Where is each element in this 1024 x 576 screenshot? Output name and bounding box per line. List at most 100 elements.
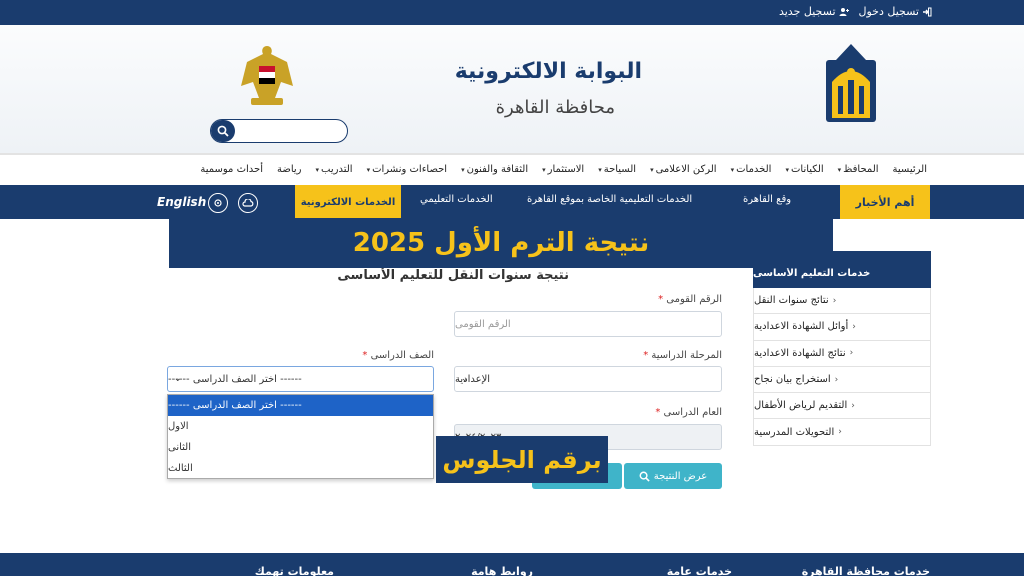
chevron-left-icon: ‹ [834, 374, 839, 385]
show-result-button[interactable]: عرض النتيجة [624, 463, 722, 489]
sidebar-item-label: التقديم لرياض الأطفال [754, 400, 848, 412]
sidebar-item-label: نتائج الشهادة الاعدادية [754, 347, 846, 359]
main-nav-item[interactable]: السياحة▾ [598, 164, 636, 175]
footer-heading-public-services: خدمات عامة [666, 565, 732, 576]
sidebar-list: ‹ نتائج سنوات النقل ‹ أوائل الشهادة الاعداد… [753, 288, 931, 446]
sidebar-item[interactable]: ‹ استخراج بيان نجاح [753, 366, 931, 394]
chevron-left-icon: ‹ [838, 427, 842, 438]
stage-label: المرحلة الدراسية * [643, 350, 722, 361]
main-nav-item-label: التدريب [321, 164, 353, 175]
national-id-input[interactable]: الرقم القومى [454, 311, 722, 337]
seat-number-caption: برقم الجلوس [436, 436, 608, 483]
chevron-down-icon: ▾ [315, 166, 320, 174]
grade-select-value: ------ اختر الصف الدراسى ------ [168, 373, 302, 385]
main-nav-item[interactable]: الركن الاعلامى▾ [650, 164, 717, 175]
chevron-left-icon: ‹ [851, 400, 855, 411]
main-nav-item-label: الثقافة والفنون [466, 164, 529, 175]
egypt-eagle-emblem [241, 46, 293, 105]
main-nav-item[interactable]: أحداث موسمية [200, 164, 263, 175]
sidebar-item-label: أوائل الشهادة الاعدادية [754, 321, 849, 333]
year-label: العام الدراسى * [655, 407, 722, 418]
search-box[interactable] [210, 119, 348, 143]
main-nav-item[interactable]: الثقافة والفنون▾ [461, 164, 528, 175]
english-language-link[interactable]: English [157, 195, 206, 209]
site-subtitle: محافظة القاهرة [495, 97, 615, 118]
nav-item-cairo-site[interactable]: وقع القاهرة [743, 194, 791, 205]
nav-item-educational-services-cairo[interactable]: الخدمات التعليمية الخاصة بموقع القاهرة [527, 194, 692, 205]
chevron-down-icon: ▾ [366, 166, 371, 174]
grade-option[interactable]: الاول [168, 416, 433, 437]
result-banner: نتيجة الترم الأول 2025 [169, 218, 833, 268]
chevron-down-icon: ▾ [542, 166, 546, 174]
chevron-down-icon: ▾ [785, 166, 789, 174]
add-user-icon [839, 7, 849, 16]
site-header: البوابة الالكترونية محافظة القاهرة [0, 25, 1024, 153]
main-nav-item-label: المحافظ [843, 164, 879, 175]
cairo-governorate-logo[interactable] [822, 42, 880, 124]
main-nav-item-label: الخدمات [736, 164, 772, 175]
main-nav-item-label: الركن الاعلامى [655, 164, 717, 175]
grade-label: الصف الدراسى * [362, 350, 434, 361]
main-navigation: الرئيسية المحافظ▾ الكيانات▾ الخدمات▾ الركن ا… [0, 153, 1024, 185]
chevron-left-icon: ‹ [852, 321, 856, 332]
main-nav-item-label: الكيانات [790, 164, 824, 175]
chevron-down-icon: ▾ [837, 166, 842, 174]
nav-item-educational-services[interactable]: الخدمات التعليمي [420, 194, 493, 205]
chevron-down-icon: ⌄ [461, 374, 469, 384]
chevron-left-icon: ‹ [849, 348, 854, 359]
main-nav-item[interactable]: الكيانات▾ [785, 164, 823, 175]
main-nav-item[interactable]: التدريب▾ [316, 164, 353, 175]
grade-option[interactable]: ------ اختر الصف الدراسى ------ [168, 395, 433, 416]
register-link[interactable]: تسجيل جديد [779, 5, 849, 18]
sidebar-item-label: التحويلات المدرسية [754, 426, 835, 438]
register-label: تسجيل جديد [778, 5, 836, 18]
footer: خدمات محافظة القاهرة خدمات عامة روابط ها… [0, 553, 1024, 576]
chevron-down-icon: ▾ [730, 166, 735, 174]
search-icon [639, 471, 650, 482]
search-icon [217, 125, 229, 137]
main-nav-item[interactable]: احصاءات ونشرات▾ [367, 164, 448, 175]
stage-select[interactable]: ⌄ الإعدادية [454, 366, 722, 392]
main-nav-item-label: السياحة [603, 164, 637, 175]
sidebar-item[interactable]: ‹ نتائج الشهادة الاعدادية [753, 340, 931, 367]
main-nav-item-label: الاستثمار [547, 164, 585, 175]
login-label: تسجيل دخول [858, 5, 920, 18]
chevron-left-icon: ‹ [832, 295, 837, 306]
nav-item-e-services[interactable]: الخدمات الالكترونية [295, 185, 401, 219]
grade-select[interactable]: ⌄ ------ اختر الصف الدراسى ------ [167, 366, 434, 392]
main-nav-item-label: احصاءات ونشرات [372, 164, 448, 175]
main-nav-item[interactable]: رياضة [277, 164, 302, 175]
cloud-icon[interactable] [238, 193, 258, 213]
login-icon [923, 7, 932, 16]
main-nav-item-label: رياضة [277, 164, 302, 175]
grade-option[interactable]: الثانى [168, 437, 433, 458]
sidebar-item[interactable]: ‹ التحويلات المدرسية [753, 419, 931, 446]
main-nav-item[interactable]: المحافظ▾ [838, 164, 879, 175]
footer-heading-important-links: روابط هامة [471, 565, 533, 576]
login-link[interactable]: تسجيل دخول [859, 5, 933, 18]
top-news-button[interactable]: أهم الأخبار [840, 185, 930, 219]
chevron-down-icon: ⌄ [174, 374, 182, 384]
sidebar-item[interactable]: ‹ التقديم لرياض الأطفال [753, 393, 931, 420]
sidebar-item[interactable]: ‹ أوائل الشهادة الاعدادية [753, 314, 931, 341]
footer-heading-info: معلومات تهمك [254, 565, 334, 576]
main-nav-item-label: أحداث موسمية [200, 164, 263, 175]
target-icon[interactable] [208, 193, 228, 213]
sidebar-item[interactable]: ‹ نتائج سنوات النقل [753, 288, 931, 315]
chevron-down-icon: ▾ [598, 166, 602, 174]
search-button[interactable] [211, 120, 235, 142]
form-title: نتيجة سنوات النقل للتعليم الأساسى [337, 268, 569, 283]
main-nav-item[interactable]: الرئيسية [893, 164, 927, 175]
main-nav-item[interactable]: الاستثمار▾ [542, 164, 584, 175]
chevron-down-icon: ▾ [461, 166, 465, 174]
sidebar-item-label: نتائج سنوات النقل [754, 295, 829, 307]
footer-heading-cairo-services: خدمات محافظة القاهرة [801, 565, 930, 576]
top-bar: تسجيل دخول تسجيل جديد [0, 0, 1024, 25]
site-title: البوابة الالكترونية [454, 59, 642, 84]
main-nav-item-label: الرئيسية [892, 164, 927, 175]
national-id-label: الرقم القومى * [658, 294, 722, 305]
secondary-navigation: أهم الأخبار وقع القاهرة الخدمات التعليمي… [0, 185, 1024, 219]
chevron-down-icon: ▾ [650, 166, 654, 174]
main-nav-item[interactable]: الخدمات▾ [731, 164, 772, 175]
grade-option[interactable]: الثالث [168, 458, 433, 479]
